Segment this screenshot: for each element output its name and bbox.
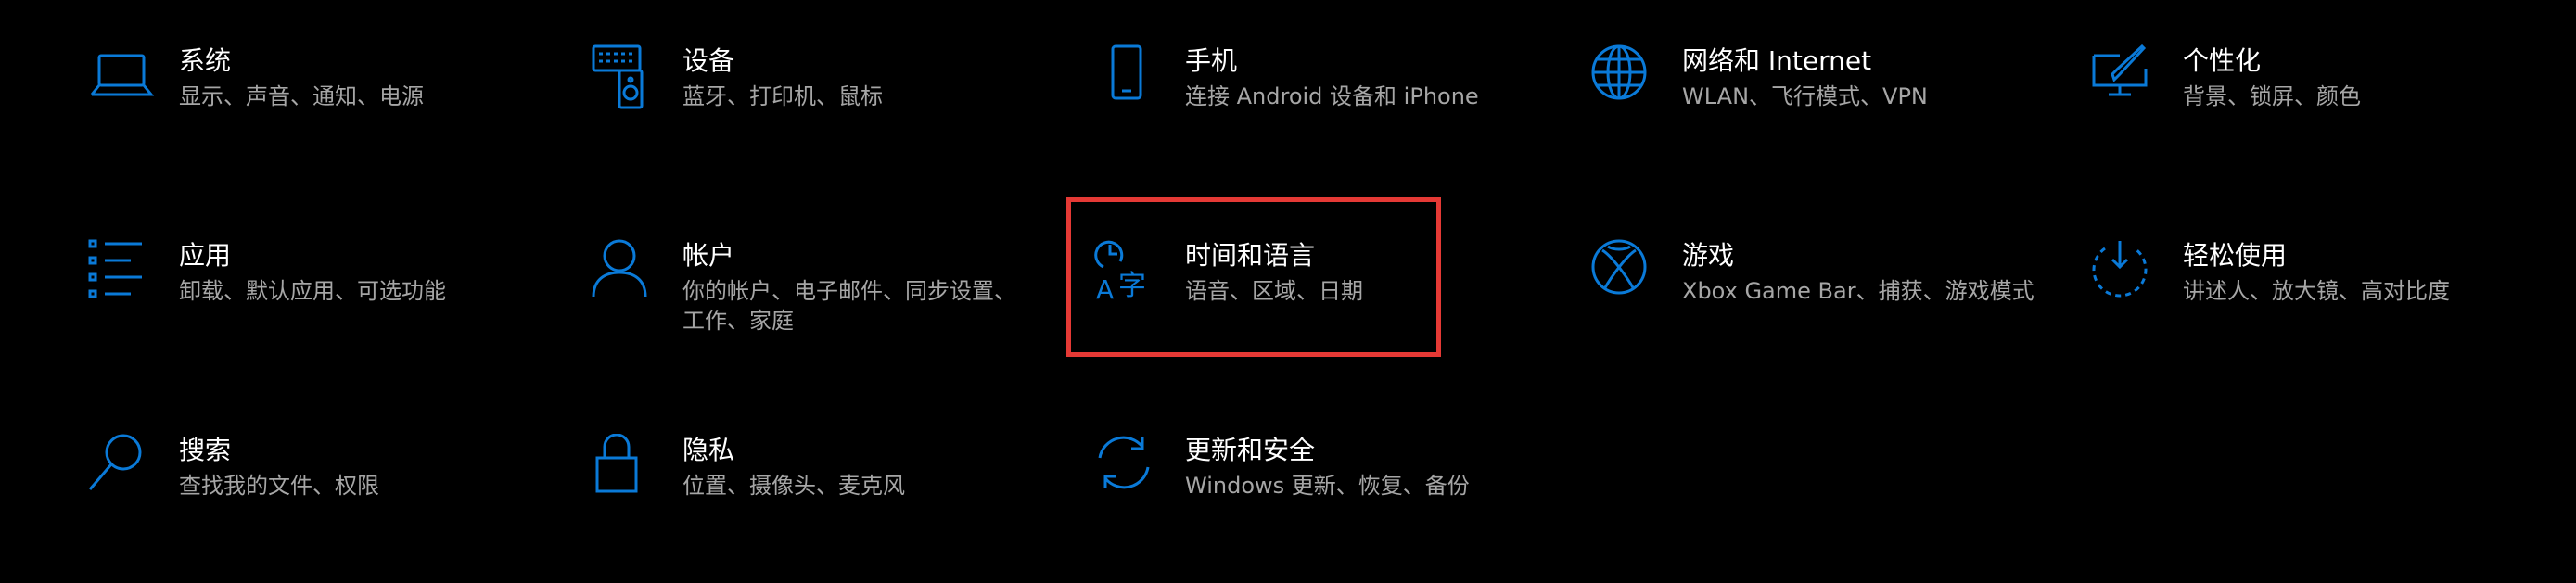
sync-arrows-icon bbox=[1094, 434, 1161, 501]
tile-time-language[interactable]: A 字 时间和语言 语音、区域、日期 bbox=[1094, 239, 1539, 378]
tile-description: 背景、锁屏、颜色 bbox=[2183, 83, 2361, 109]
tile-network[interactable]: 网络和 Internet WLAN、飞行模式、VPN bbox=[1591, 44, 2036, 184]
tile-title: 个性化 bbox=[2183, 45, 2262, 76]
tile-title: 手机 bbox=[1185, 45, 1238, 76]
tile-description: Windows 更新、恢复、备份 bbox=[1185, 473, 1470, 499]
ease-of-access-icon bbox=[2092, 239, 2159, 306]
tile-gaming[interactable]: 游戏 Xbox Game Bar、捕获、游戏模式 bbox=[1591, 239, 2036, 378]
tile-description: 讲述人、放大镜、高对比度 bbox=[2183, 278, 2450, 304]
tile-update-security[interactable]: 更新和安全 Windows 更新、恢复、备份 bbox=[1094, 434, 1539, 573]
tile-title: 系统 bbox=[179, 45, 232, 76]
tile-description: Xbox Game Bar、捕获、游戏模式 bbox=[1682, 278, 2034, 304]
time-language-icon: A 字 bbox=[1094, 239, 1161, 306]
svg-text:A: A bbox=[1096, 274, 1114, 305]
tile-devices[interactable]: 设备 蓝牙、打印机、鼠标 bbox=[592, 44, 1037, 184]
globe-icon bbox=[1591, 44, 1658, 111]
tile-description: 卸载、默认应用、可选功能 bbox=[179, 278, 446, 304]
tile-search[interactable]: 搜索 查找我的文件、权限 bbox=[88, 434, 533, 573]
tile-privacy[interactable]: 隐私 位置、摄像头、麦克风 bbox=[592, 434, 1037, 573]
tile-description: 你的帐户、电子邮件、同步设置、工作、家庭 bbox=[682, 278, 1016, 334]
tile-title: 帐户 bbox=[682, 240, 735, 271]
tile-title: 轻松使用 bbox=[2183, 240, 2288, 271]
tile-personalization[interactable]: 个性化 背景、锁屏、颜色 bbox=[2092, 44, 2537, 184]
xbox-icon bbox=[1591, 239, 1658, 306]
tile-description: 查找我的文件、权限 bbox=[179, 473, 379, 499]
tile-description: 显示、声音、通知、电源 bbox=[179, 83, 424, 109]
tile-system[interactable]: 系统 显示、声音、通知、电源 bbox=[88, 44, 533, 184]
paintbrush-screen-icon bbox=[2092, 44, 2159, 111]
tile-title: 时间和语言 bbox=[1185, 240, 1316, 271]
tile-phone[interactable]: 手机 连接 Android 设备和 iPhone bbox=[1094, 44, 1539, 184]
tile-apps[interactable]: 应用 卸载、默认应用、可选功能 bbox=[88, 239, 533, 378]
tile-title: 游戏 bbox=[1682, 240, 1735, 271]
search-icon bbox=[88, 434, 155, 501]
person-icon bbox=[592, 239, 658, 306]
laptop-icon bbox=[88, 44, 155, 111]
tile-description: 蓝牙、打印机、鼠标 bbox=[682, 83, 883, 109]
keyboard-speaker-icon bbox=[592, 44, 658, 111]
tile-accounts[interactable]: 帐户 你的帐户、电子邮件、同步设置、工作、家庭 bbox=[592, 239, 1037, 378]
tile-title: 搜索 bbox=[179, 435, 232, 465]
tile-description: WLAN、飞行模式、VPN bbox=[1682, 83, 1928, 109]
tile-description: 位置、摄像头、麦克风 bbox=[682, 473, 905, 499]
tile-title: 隐私 bbox=[682, 435, 735, 465]
tile-title: 设备 bbox=[682, 45, 735, 76]
settings-grid: 系统 显示、声音、通知、电源 设备 蓝牙、打印机、鼠标 手机 连接 Androi… bbox=[0, 0, 2576, 583]
lock-icon bbox=[592, 434, 658, 501]
tile-title: 应用 bbox=[179, 240, 232, 271]
svg-text:字: 字 bbox=[1118, 270, 1146, 302]
tile-description: 连接 Android 设备和 iPhone bbox=[1185, 83, 1479, 109]
phone-icon bbox=[1094, 44, 1161, 111]
tile-title: 更新和安全 bbox=[1185, 435, 1316, 465]
apps-list-icon bbox=[88, 239, 155, 306]
tile-ease-of-access[interactable]: 轻松使用 讲述人、放大镜、高对比度 bbox=[2092, 239, 2537, 378]
tile-title: 网络和 Internet bbox=[1682, 45, 1872, 76]
tile-description: 语音、区域、日期 bbox=[1185, 278, 1363, 304]
